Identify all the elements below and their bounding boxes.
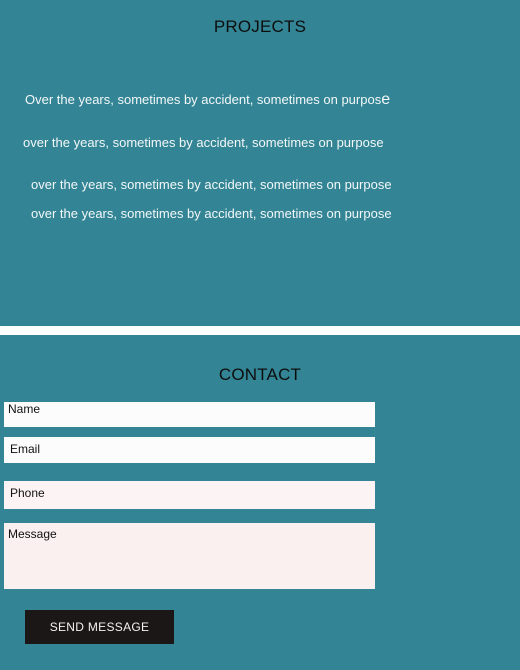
projects-text-line-main: Over the years, sometimes by accident, s… (25, 92, 382, 107)
phone-field[interactable] (4, 481, 375, 509)
name-field[interactable] (4, 402, 375, 427)
projects-section: PROJECTS Over the years, sometimes by ac… (0, 0, 520, 326)
contact-section: CONTACT SEND MESSAGE (0, 335, 520, 670)
email-field[interactable] (4, 437, 375, 463)
projects-text-line: over the years, sometimes by accident, s… (23, 135, 384, 150)
projects-text-line: over the years, sometimes by accident, s… (31, 206, 392, 221)
projects-text-line: over the years, sometimes by accident, s… (31, 177, 392, 192)
send-message-button[interactable]: SEND MESSAGE (25, 610, 174, 644)
contact-heading: CONTACT (218, 365, 302, 384)
projects-text-line-tail: e (381, 91, 391, 108)
projects-text-line: Over the years, sometimes by accident, s… (25, 91, 390, 109)
projects-heading: PROJECTS (213, 17, 307, 36)
message-field[interactable] (4, 523, 375, 589)
